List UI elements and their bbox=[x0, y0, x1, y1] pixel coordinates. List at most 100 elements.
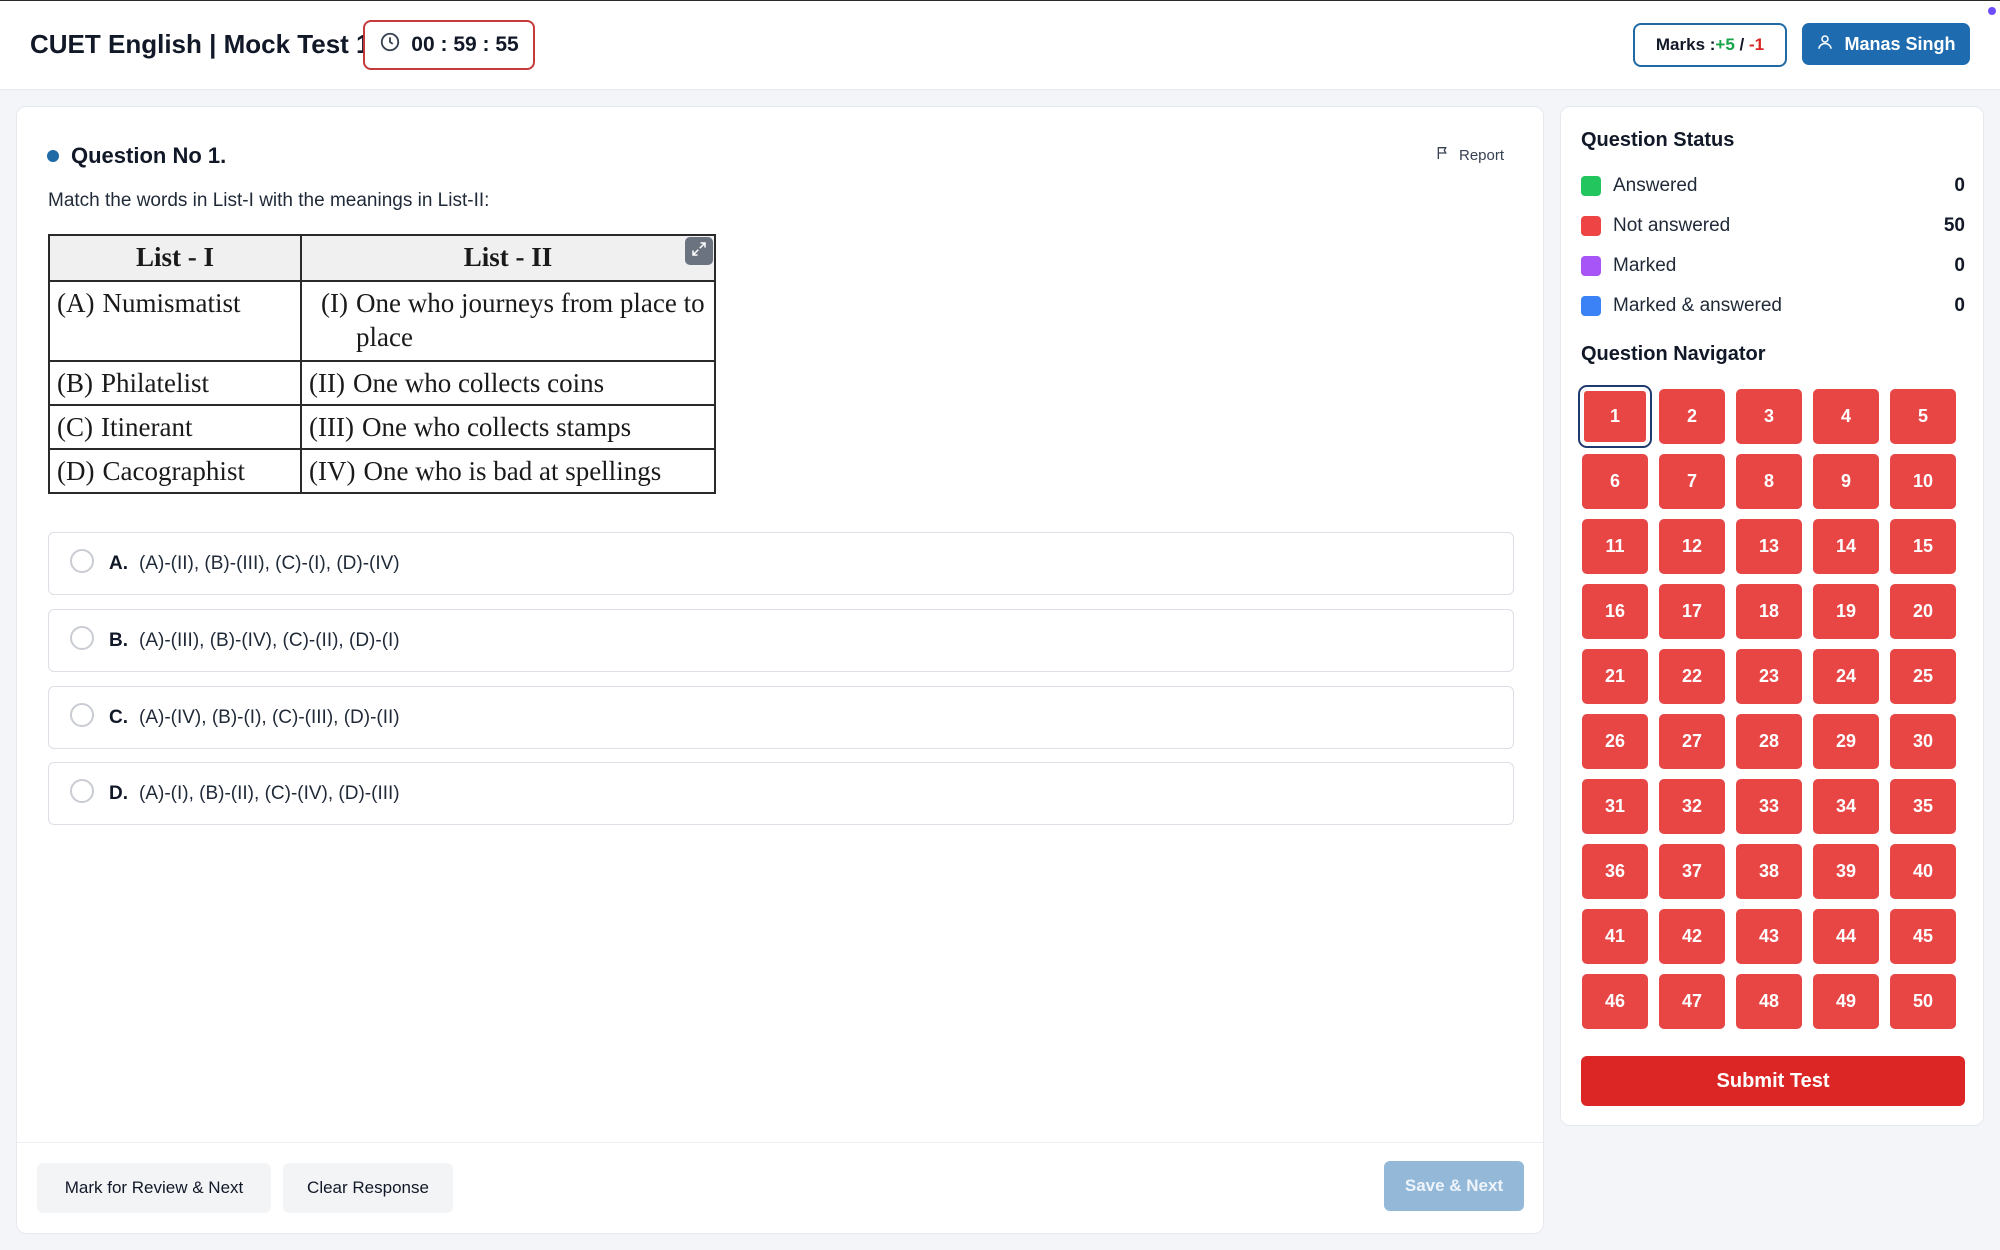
table-cell: (D) Cacographist bbox=[48, 448, 302, 494]
question-nav-button[interactable]: 17 bbox=[1659, 584, 1725, 639]
question-nav-button[interactable]: 37 bbox=[1659, 844, 1725, 899]
question-nav-button[interactable]: 50 bbox=[1890, 974, 1956, 1029]
expand-image-button[interactable] bbox=[685, 237, 713, 265]
question-nav-button[interactable]: 30 bbox=[1890, 714, 1956, 769]
question-nav-button[interactable]: 25 bbox=[1890, 649, 1956, 704]
question-heading: Question No 1. bbox=[47, 143, 226, 169]
option-letter: A. bbox=[109, 553, 128, 574]
marks-prefix: Marks : bbox=[1655, 35, 1716, 54]
question-nav-button[interactable]: 6 bbox=[1582, 454, 1648, 509]
table-cell: (III) One who collects stamps bbox=[300, 404, 716, 450]
app-title: CUET English | Mock Test 1 bbox=[30, 29, 371, 59]
question-nav-button[interactable]: 34 bbox=[1813, 779, 1879, 834]
question-nav-button[interactable]: 42 bbox=[1659, 909, 1725, 964]
timer-value: 00 : 59 : 55 bbox=[411, 33, 519, 56]
question-nav-button[interactable]: 2 bbox=[1659, 389, 1725, 444]
item-label: (I) bbox=[321, 288, 348, 318]
question-nav-button[interactable]: 21 bbox=[1582, 649, 1648, 704]
user-icon bbox=[1816, 33, 1834, 56]
question-navigator-grid: 1 2 3 4 5 6 7 8 9 10 11 12 13 14 15 16 17 18 19 20 21 22 23 24 2… bbox=[1578, 385, 1956, 1029]
question-nav-button[interactable]: 14 bbox=[1813, 519, 1879, 574]
question-nav-button[interactable]: 20 bbox=[1890, 584, 1956, 639]
marks-separator: / bbox=[1734, 35, 1749, 54]
option-letter: D. bbox=[109, 783, 128, 804]
marks-positive: +5 bbox=[1715, 35, 1735, 54]
option-b-radio[interactable] bbox=[70, 626, 94, 650]
option-letter: C. bbox=[109, 707, 128, 728]
clock-icon bbox=[379, 31, 401, 59]
question-nav-button[interactable]: 10 bbox=[1890, 454, 1956, 509]
question-nav-button[interactable]: 4 bbox=[1813, 389, 1879, 444]
question-nav-button[interactable]: 12 bbox=[1659, 519, 1725, 574]
question-nav-button[interactable]: 47 bbox=[1659, 974, 1725, 1029]
option-text: (A)-(II), (B)-(III), (C)-(I), (D)-(IV) bbox=[139, 553, 400, 574]
option-a-radio[interactable] bbox=[70, 549, 94, 573]
question-nav-button[interactable]: 16 bbox=[1582, 584, 1648, 639]
question-nav-button[interactable]: 13 bbox=[1736, 519, 1802, 574]
question-nav-button[interactable]: 46 bbox=[1582, 974, 1648, 1029]
report-button[interactable]: Report bbox=[1435, 145, 1504, 165]
question-nav-button[interactable]: 43 bbox=[1736, 909, 1802, 964]
question-nav-button[interactable]: 38 bbox=[1736, 844, 1802, 899]
status-not-answered: Not answered 50 bbox=[1581, 211, 1965, 241]
question-nav-button[interactable]: 40 bbox=[1890, 844, 1956, 899]
user-profile-button[interactable]: Manas Singh bbox=[1802, 23, 1970, 65]
marks-negative: -1 bbox=[1748, 35, 1765, 54]
item-label: (B) bbox=[57, 368, 93, 398]
flag-icon bbox=[1435, 145, 1451, 165]
question-nav-button[interactable]: 26 bbox=[1582, 714, 1648, 769]
option-a[interactable]: A. (A)-(II), (B)-(III), (C)-(I), (D)-(IV… bbox=[48, 532, 1514, 595]
question-nav-button[interactable]: 24 bbox=[1813, 649, 1879, 704]
question-nav-button[interactable]: 8 bbox=[1736, 454, 1802, 509]
save-next-button[interactable]: Save & Next bbox=[1384, 1161, 1524, 1211]
table-cell: (B) Philatelist bbox=[48, 360, 302, 406]
question-nav-button[interactable]: 39 bbox=[1813, 844, 1879, 899]
question-nav-button[interactable]: 45 bbox=[1890, 909, 1956, 964]
question-nav-button[interactable]: 11 bbox=[1582, 519, 1648, 574]
question-nav-button[interactable]: 33 bbox=[1736, 779, 1802, 834]
question-nav-button[interactable]: 18 bbox=[1736, 584, 1802, 639]
question-nav-button[interactable]: 27 bbox=[1659, 714, 1725, 769]
status-dot bbox=[1988, 7, 1996, 15]
question-nav-button[interactable]: 35 bbox=[1890, 779, 1956, 834]
item-label: (A) bbox=[57, 288, 95, 318]
option-d[interactable]: D. (A)-(I), (B)-(II), (C)-(IV), (D)-(III… bbox=[48, 762, 1514, 825]
status-swatch bbox=[1581, 296, 1601, 316]
table-row: (B) Philatelist (II) One who collects coin… bbox=[48, 360, 716, 406]
expand-icon bbox=[690, 240, 708, 263]
question-nav-button[interactable]: 1 bbox=[1578, 385, 1652, 448]
question-nav-button[interactable]: 3 bbox=[1736, 389, 1802, 444]
question-nav-button[interactable]: 28 bbox=[1736, 714, 1802, 769]
question-nav-button[interactable]: 22 bbox=[1659, 649, 1725, 704]
question-nav-button[interactable]: 44 bbox=[1813, 909, 1879, 964]
question-nav-button[interactable]: 48 bbox=[1736, 974, 1802, 1029]
question-nav-button[interactable]: 31 bbox=[1582, 779, 1648, 834]
item-label: (II) bbox=[309, 368, 345, 398]
option-c-radio[interactable] bbox=[70, 703, 94, 727]
report-label: Report bbox=[1459, 146, 1505, 164]
question-nav-button[interactable]: 49 bbox=[1813, 974, 1879, 1029]
status-count: 50 bbox=[1943, 215, 1965, 236]
mark-review-next-button[interactable]: Mark for Review & Next bbox=[37, 1163, 271, 1213]
option-text: (A)-(IV), (B)-(I), (C)-(III), (D)-(II) bbox=[139, 707, 400, 728]
question-nav-button[interactable]: 41 bbox=[1582, 909, 1648, 964]
clear-response-button[interactable]: Clear Response bbox=[283, 1163, 453, 1213]
option-c[interactable]: C. (A)-(IV), (B)-(I), (C)-(III), (D)-(II… bbox=[48, 686, 1514, 749]
question-nav-button[interactable]: 29 bbox=[1813, 714, 1879, 769]
question-nav-button[interactable]: 36 bbox=[1582, 844, 1648, 899]
status-count: 0 bbox=[1954, 295, 1965, 316]
question-nav-button[interactable]: 23 bbox=[1736, 649, 1802, 704]
question-nav-button[interactable]: 32 bbox=[1659, 779, 1725, 834]
question-nav-button[interactable]: 7 bbox=[1659, 454, 1725, 509]
option-text: (A)-(I), (B)-(II), (C)-(IV), (D)-(III) bbox=[139, 783, 400, 804]
submit-test-button[interactable]: Submit Test bbox=[1581, 1056, 1965, 1106]
question-nav-button[interactable]: 15 bbox=[1890, 519, 1956, 574]
question-nav-button[interactable]: 5 bbox=[1890, 389, 1956, 444]
question-nav-button[interactable]: 9 bbox=[1813, 454, 1879, 509]
option-b[interactable]: B. (A)-(III), (B)-(IV), (C)-(II), (D)-(I… bbox=[48, 609, 1514, 672]
question-nav-button[interactable]: 19 bbox=[1813, 584, 1879, 639]
match-table: List - I List - II (A) Numismatist (I) One… bbox=[48, 234, 716, 494]
option-d-radio[interactable] bbox=[70, 779, 94, 803]
status-swatch bbox=[1581, 256, 1601, 276]
status-count: 0 bbox=[1954, 175, 1965, 196]
